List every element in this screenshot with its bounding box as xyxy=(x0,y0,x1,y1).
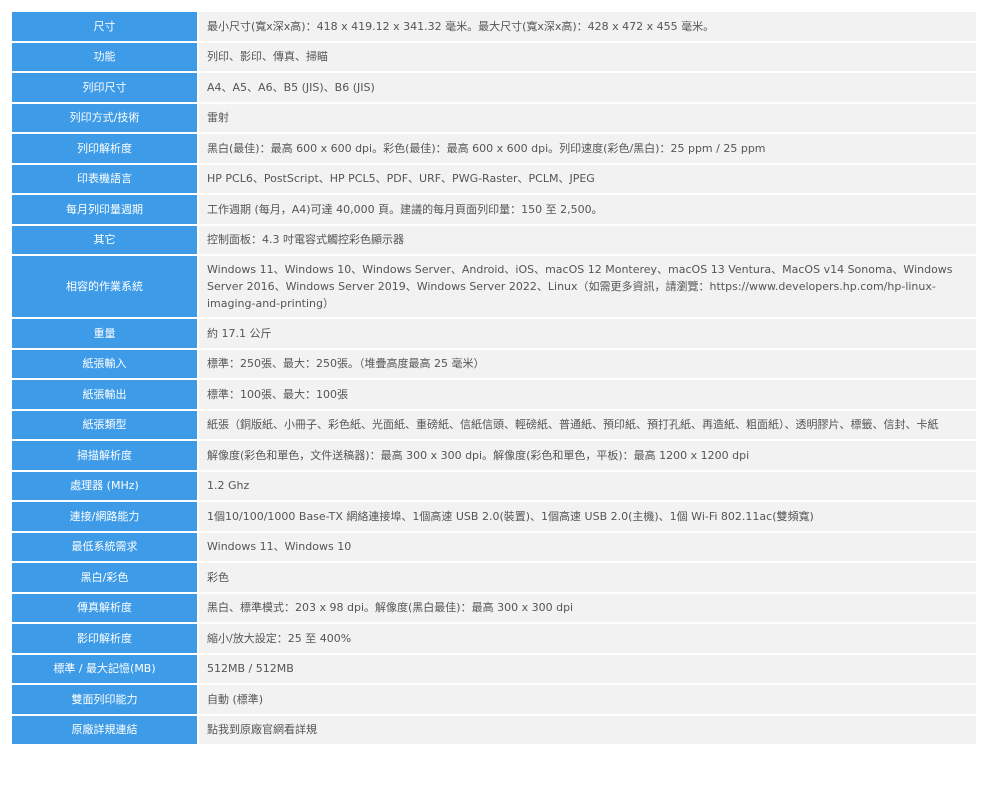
spec-label: 尺寸 xyxy=(12,12,199,43)
spec-row-connectivity: 連接/網路能力 1個10/100/1000 Base-TX 網絡連接埠、1個高速… xyxy=(12,502,976,533)
spec-row-print-resolution: 列印解析度 黑白(最佳)：最高 600 x 600 dpi。彩色(最佳)：最高 … xyxy=(12,134,976,165)
spec-value: 彩色 xyxy=(199,563,976,594)
spec-label: 功能 xyxy=(12,42,199,73)
spec-label: 掃描解析度 xyxy=(12,441,199,472)
spec-label: 相容的作業系統 xyxy=(12,256,199,319)
spec-row-paper-output: 紙張輸出 標準：100張、最大：100張 xyxy=(12,380,976,411)
spec-row-weight: 重量 約 17.1 公斤 xyxy=(12,319,976,350)
spec-row-paper-input: 紙張輸入 標準：250張、最大：250張。（堆疊高度最高 25 毫米） xyxy=(12,349,976,380)
spec-value: 標準：100張、最大：100張 xyxy=(199,380,976,411)
spec-label: 影印解析度 xyxy=(12,624,199,655)
spec-label: 連接/網路能力 xyxy=(12,502,199,533)
spec-value: 縮小/放大設定：25 至 400% xyxy=(199,624,976,655)
spec-value: 黑白、標準模式：203 x 98 dpi。解像度(黑白最佳)：最高 300 x … xyxy=(199,593,976,624)
spec-label: 列印尺寸 xyxy=(12,73,199,104)
spec-label: 列印方式/技術 xyxy=(12,103,199,134)
spec-value: Windows 11、Windows 10 xyxy=(199,532,976,563)
spec-value: 1.2 Ghz xyxy=(199,471,976,502)
spec-label: 紙張輸出 xyxy=(12,380,199,411)
spec-value: 控制面板：4.3 吋電容式觸控彩色顯示器 xyxy=(199,225,976,256)
spec-row-other: 其它 控制面板：4.3 吋電容式觸控彩色顯示器 xyxy=(12,225,976,256)
spec-value: 解像度(彩色和單色，文件送稿器)：最高 300 x 300 dpi。解像度(彩色… xyxy=(199,441,976,472)
spec-row-print-technology: 列印方式/技術 雷射 xyxy=(12,103,976,134)
spec-label: 原廠詳規連結 xyxy=(12,715,199,746)
spec-row-memory: 標準 / 最大記憶(MB) 512MB / 512MB xyxy=(12,654,976,685)
spec-row-copy-resolution: 影印解析度 縮小/放大設定：25 至 400% xyxy=(12,624,976,655)
spec-value: 512MB / 512MB xyxy=(199,654,976,685)
spec-label: 標準 / 最大記憶(MB) xyxy=(12,654,199,685)
spec-row-processor: 處理器 (MHz) 1.2 Ghz xyxy=(12,471,976,502)
official-specs-link[interactable]: 點我到原廠官網看詳規 xyxy=(199,715,976,746)
spec-row-duplex: 雙面列印能力 自動 (標準) xyxy=(12,685,976,716)
spec-label: 每月列印量週期 xyxy=(12,195,199,226)
spec-label: 列印解析度 xyxy=(12,134,199,165)
spec-row-print-size: 列印尺寸 A4、A5、A6、B5 (JIS)、B6 (JIS) xyxy=(12,73,976,104)
spec-value: 1個10/100/1000 Base-TX 網絡連接埠、1個高速 USB 2.0… xyxy=(199,502,976,533)
spec-label: 紙張輸入 xyxy=(12,349,199,380)
spec-table: 尺寸 最小尺寸(寬x深x高)：418 x 419.12 x 341.32 毫米。… xyxy=(12,12,976,746)
spec-label: 紙張類型 xyxy=(12,410,199,441)
spec-row-fax-resolution: 傳真解析度 黑白、標準模式：203 x 98 dpi。解像度(黑白最佳)：最高 … xyxy=(12,593,976,624)
spec-row-printer-language: 印表機語言 HP PCL6、PostScript、HP PCL5、PDF、URF… xyxy=(12,164,976,195)
spec-label: 處理器 (MHz) xyxy=(12,471,199,502)
spec-value: HP PCL6、PostScript、HP PCL5、PDF、URF、PWG-R… xyxy=(199,164,976,195)
spec-value: A4、A5、A6、B5 (JIS)、B6 (JIS) xyxy=(199,73,976,104)
spec-label: 印表機語言 xyxy=(12,164,199,195)
spec-row-system-requirements: 最低系統需求 Windows 11、Windows 10 xyxy=(12,532,976,563)
spec-row-official-link: 原廠詳規連結 點我到原廠官網看詳規 xyxy=(12,715,976,746)
spec-value: 工作週期 (每月，A4)可達 40,000 頁。建議的每月頁面列印量：150 至… xyxy=(199,195,976,226)
spec-row-duty-cycle: 每月列印量週期 工作週期 (每月，A4)可達 40,000 頁。建議的每月頁面列… xyxy=(12,195,976,226)
spec-value: 雷射 xyxy=(199,103,976,134)
spec-label: 重量 xyxy=(12,319,199,350)
spec-value: Windows 11、Windows 10、Windows Server、And… xyxy=(199,256,976,319)
spec-row-functions: 功能 列印、影印、傳真、掃瞄 xyxy=(12,42,976,73)
spec-row-scan-resolution: 掃描解析度 解像度(彩色和單色，文件送稿器)：最高 300 x 300 dpi。… xyxy=(12,441,976,472)
spec-value: 黑白(最佳)：最高 600 x 600 dpi。彩色(最佳)：最高 600 x … xyxy=(199,134,976,165)
spec-value: 約 17.1 公斤 xyxy=(199,319,976,350)
spec-value: 標準：250張、最大：250張。（堆疊高度最高 25 毫米） xyxy=(199,349,976,380)
spec-row-paper-type: 紙張類型 紙張（銅版紙、小冊子、彩色紙、光面紙、重磅紙、信紙信頭、輕磅紙、普通紙… xyxy=(12,410,976,441)
spec-value: 紙張（銅版紙、小冊子、彩色紙、光面紙、重磅紙、信紙信頭、輕磅紙、普通紙、預印紙、… xyxy=(199,410,976,441)
spec-row-dimensions: 尺寸 最小尺寸(寬x深x高)：418 x 419.12 x 341.32 毫米。… xyxy=(12,12,976,43)
spec-value: 列印、影印、傳真、掃瞄 xyxy=(199,42,976,73)
spec-label: 雙面列印能力 xyxy=(12,685,199,716)
spec-label: 黑白/彩色 xyxy=(12,563,199,594)
spec-value: 最小尺寸(寬x深x高)：418 x 419.12 x 341.32 毫米。最大尺… xyxy=(199,12,976,43)
spec-label: 其它 xyxy=(12,225,199,256)
spec-label: 傳真解析度 xyxy=(12,593,199,624)
spec-row-compatible-os: 相容的作業系統 Windows 11、Windows 10、Windows Se… xyxy=(12,256,976,319)
spec-label: 最低系統需求 xyxy=(12,532,199,563)
spec-row-color-mode: 黑白/彩色 彩色 xyxy=(12,563,976,594)
spec-value: 自動 (標準) xyxy=(199,685,976,716)
